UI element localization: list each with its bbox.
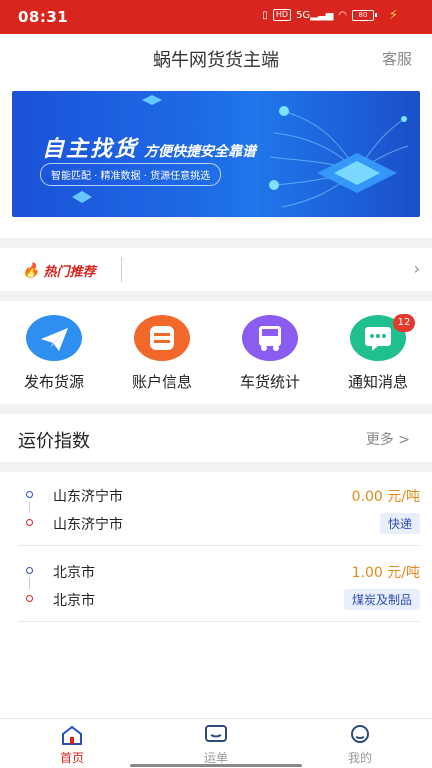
more-link[interactable]: 更多 >: [366, 429, 410, 449]
status-time: 08:31: [18, 8, 69, 26]
account-icon: [134, 315, 190, 361]
gesture-home-bar[interactable]: [130, 764, 302, 767]
route-origin: 北京市: [53, 565, 95, 581]
vibrate-icon: ▯: [262, 9, 268, 21]
section-divider: [0, 238, 432, 248]
section-divider: [0, 291, 432, 301]
signal-label: 5G: [296, 9, 311, 21]
promo-banner[interactable]: 自主找货 方便快捷安全靠谱 智能匹配 · 精准数据 · 货源任意挑选: [12, 91, 420, 217]
account-info-label: 账户信息: [131, 373, 192, 391]
cargo-type-tag: 快递: [379, 513, 420, 534]
paper-plane-icon: [26, 315, 82, 361]
route-connector: [29, 577, 30, 589]
route-row[interactable]: 山东济宁市 山东济宁市 0.00 元/吨 快递: [18, 472, 420, 546]
tab-profile-label: 我的: [347, 751, 372, 765]
publish-cargo-button[interactable]: 发布货源: [0, 301, 108, 404]
hot-divider: [121, 257, 122, 282]
vehicle-stats-label: 车货统计: [239, 373, 300, 391]
battery-icon: 80: [352, 9, 377, 21]
notification-count-badge: 12: [393, 314, 415, 332]
nav-bar: 蜗牛网货货主端 客服: [0, 34, 432, 80]
freight-index-header: 运价指数 更多 >: [0, 414, 432, 462]
signal-5g-icon: 5G▂▃▅: [296, 9, 334, 21]
quick-actions: 发布货源 账户信息 车货统计 12 通知消息: [0, 301, 432, 404]
status-bar: 08:31 ▯ HD 5G▂▃▅ ◠ 80 ⚡: [0, 0, 432, 34]
banner-tagline: 智能匹配 · 精准数据 · 货源任意挑选: [40, 163, 222, 186]
home-icon: [62, 725, 82, 745]
banner-headline: 自主找货 方便快捷安全靠谱: [42, 131, 256, 163]
profile-icon: [351, 725, 369, 743]
section-divider: [0, 404, 432, 414]
notifications-label: 通知消息: [347, 373, 408, 391]
destination-dot-icon: [26, 519, 33, 526]
tab-waybill[interactable]: 运单: [144, 719, 288, 768]
tab-home[interactable]: 首页: [0, 719, 144, 768]
origin-dot-icon: [26, 491, 33, 498]
route-destination: 北京市: [53, 593, 95, 609]
banner-headline-sub: 方便快捷安全靠谱: [144, 144, 257, 160]
charging-icon: ⚡: [388, 8, 398, 23]
freight-index-title: 运价指数: [18, 431, 90, 452]
hd-icon: HD: [272, 9, 292, 21]
publish-cargo-label: 发布货源: [23, 373, 84, 391]
page-title: 蜗牛网货货主端: [153, 50, 279, 71]
customer-service-button[interactable]: 客服: [382, 48, 412, 69]
banner-headline-main: 自主找货: [42, 137, 139, 162]
tab-profile[interactable]: 我的: [288, 719, 432, 768]
route-origin: 山东济宁市: [53, 489, 123, 505]
notifications-button[interactable]: 12 通知消息: [324, 301, 432, 404]
hot-label-text: 热门推荐: [43, 265, 96, 280]
vehicle-stats-button[interactable]: 车货统计: [216, 301, 324, 404]
account-info-button[interactable]: 账户信息: [108, 301, 216, 404]
wifi-icon: ◠: [338, 9, 347, 21]
status-icons: ▯ HD 5G▂▃▅ ◠ 80: [262, 9, 377, 21]
route-price: 0.00 元/吨: [351, 489, 420, 505]
route-row[interactable]: 北京市 北京市 1.00 元/吨 煤炭及制品: [18, 548, 420, 622]
cargo-type-tag: 煤炭及制品: [343, 589, 420, 610]
tab-home-label: 首页: [59, 751, 84, 765]
route-price: 1.00 元/吨: [351, 565, 420, 581]
hot-recommend-bar[interactable]: 🔥 热门推荐 ›: [0, 248, 432, 291]
origin-dot-icon: [26, 567, 33, 574]
chevron-right-icon[interactable]: ›: [414, 259, 420, 278]
battery-level: 80: [358, 10, 368, 19]
section-divider: [0, 462, 432, 472]
bottom-tab-bar: 首页 运单 我的: [0, 718, 432, 768]
route-connector: [29, 501, 30, 513]
route-destination: 山东济宁市: [53, 517, 123, 533]
fire-icon: 🔥: [22, 262, 40, 279]
waybill-icon: [205, 725, 227, 742]
destination-dot-icon: [26, 595, 33, 602]
route-list: 山东济宁市 山东济宁市 0.00 元/吨 快递 北京市 北京市 1.00 元/吨…: [0, 472, 432, 720]
truck-icon: [242, 315, 298, 361]
hot-recommend-label: 🔥 热门推荐: [22, 261, 96, 281]
